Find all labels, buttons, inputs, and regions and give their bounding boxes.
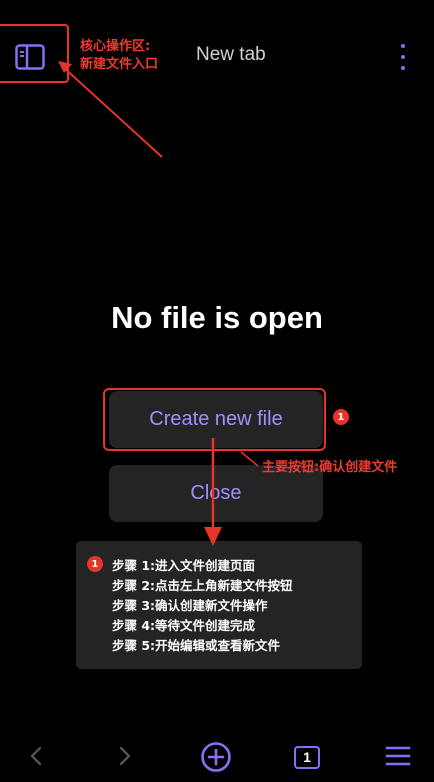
tab-count-badge: 1	[294, 745, 320, 769]
steps-list: 步骤 1:进入文件创建页面 步骤 2:点击左上角新建文件按钮 步骤 3:确认创建…	[112, 556, 293, 656]
step-item: 步骤 5:开始编辑或查看新文件	[112, 638, 281, 653]
bottom-navigation: 1	[0, 730, 434, 782]
tab-switcher-button[interactable]: 1	[290, 741, 324, 773]
plus-circle-icon	[201, 742, 231, 772]
create-button-highlight	[103, 388, 326, 451]
step-badge: 1	[333, 409, 349, 425]
core-area-annotation: 核心操作区: 新建文件入口	[80, 39, 159, 72]
steps-badge: 1	[87, 556, 103, 572]
step-item: 步骤 4:等待文件创建完成	[112, 618, 256, 633]
step-item: 步骤 2:点击左上角新建文件按钮	[112, 578, 293, 593]
chevron-right-icon	[119, 746, 131, 766]
core-area-highlight	[0, 24, 69, 83]
step-item: 步骤 3:确认创建新文件操作	[112, 598, 268, 613]
main-menu-button[interactable]	[383, 741, 413, 771]
step-item: 步骤 1:进入文件创建页面	[112, 558, 256, 573]
chevron-left-icon	[30, 746, 42, 766]
primary-button-annotation: 主要按钮:确认创建文件	[262, 460, 398, 475]
forward-button[interactable]	[111, 740, 139, 772]
new-tab-button[interactable]	[199, 740, 233, 774]
more-vertical-icon	[401, 44, 405, 48]
back-button[interactable]	[22, 740, 50, 772]
hamburger-menu-icon	[385, 746, 411, 766]
more-options-button[interactable]	[396, 44, 410, 70]
tab-title: New tab	[196, 44, 266, 65]
empty-state-heading: No file is open	[111, 300, 323, 335]
